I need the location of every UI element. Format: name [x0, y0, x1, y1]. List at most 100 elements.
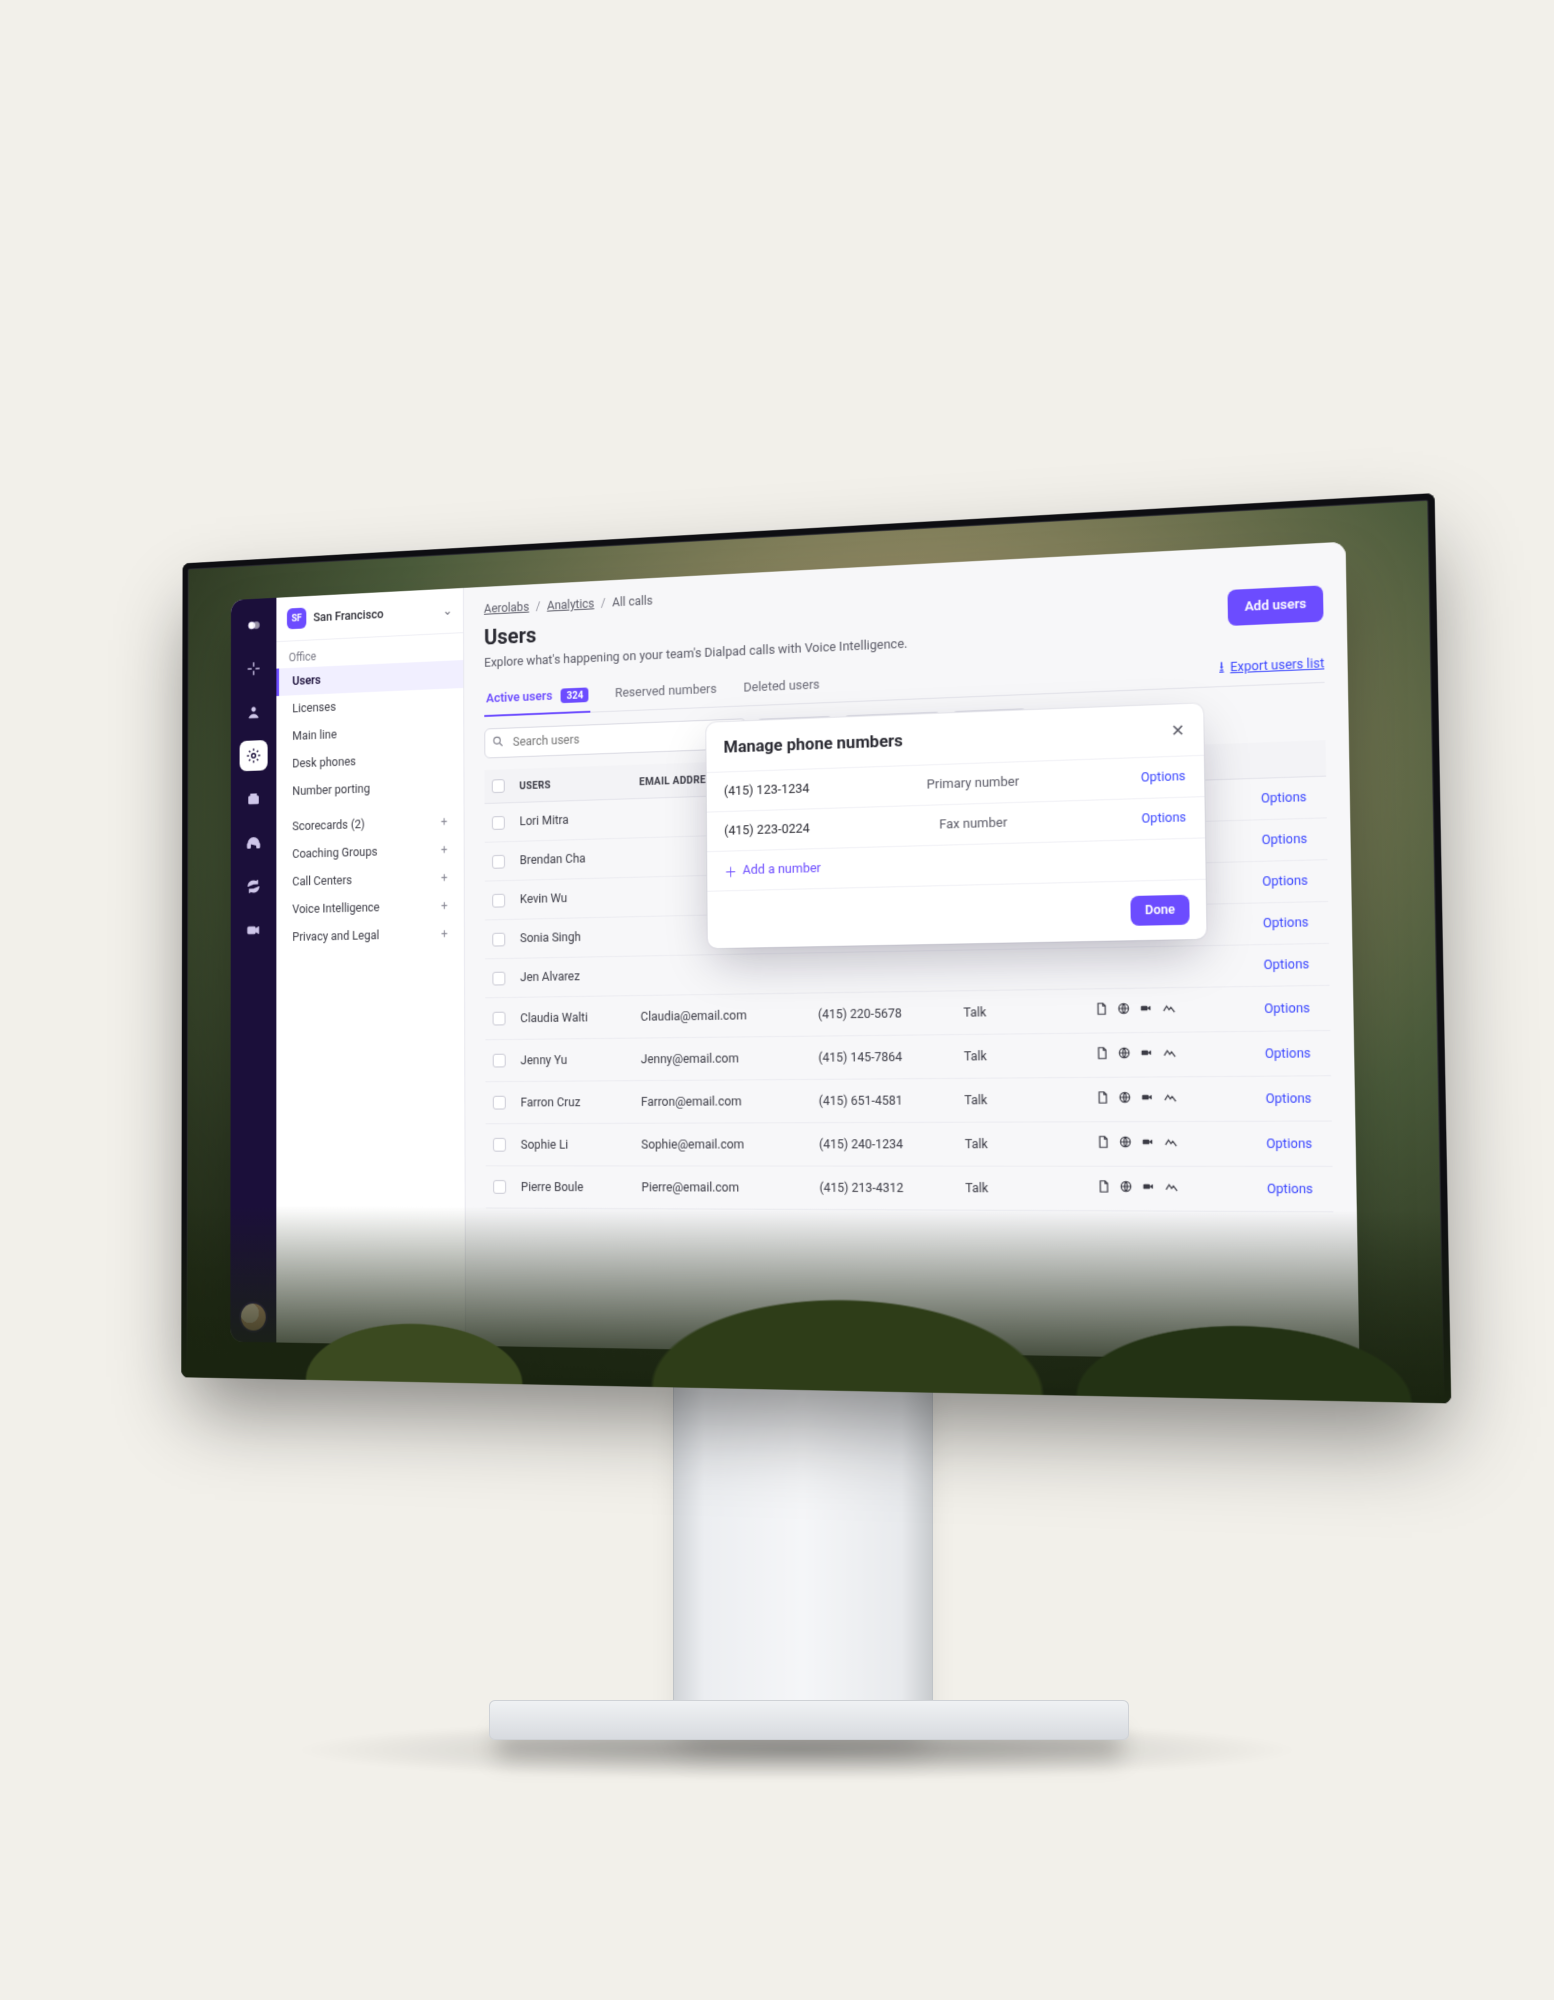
- sparkle-icon[interactable]: [240, 653, 268, 684]
- cell-name: Jen Alvarez: [513, 956, 633, 997]
- document-icon: [1095, 1046, 1110, 1065]
- document-icon: [1094, 1002, 1109, 1021]
- row-options-link[interactable]: Options: [1264, 1001, 1310, 1017]
- globe-icon: [1119, 1179, 1134, 1198]
- cell-details: [1085, 945, 1255, 989]
- row-checkbox[interactable]: [493, 1012, 506, 1026]
- row-options-link[interactable]: Options: [1265, 1091, 1311, 1107]
- tab-active-users[interactable]: Active users 324: [484, 678, 591, 716]
- cell-phone: (415) 651-4581: [811, 1079, 957, 1123]
- add-number-label: Add a number: [743, 861, 821, 878]
- row-checkbox[interactable]: [493, 1096, 506, 1110]
- table-row: Jenny YuJenny@email.com(415) 145-7864Tal…: [485, 1031, 1331, 1082]
- export-users-link[interactable]: ⭳ Export users list: [1219, 653, 1324, 679]
- fax-icon[interactable]: [240, 784, 268, 815]
- row-checkbox[interactable]: [493, 1180, 506, 1194]
- sidebar-item-voice-intelligence[interactable]: Voice Intelligence +: [276, 892, 464, 924]
- row-checkbox[interactable]: [492, 855, 505, 869]
- row-options-link[interactable]: Options: [1141, 810, 1186, 827]
- select-all-checkbox[interactable]: [492, 779, 505, 793]
- refresh-icon[interactable]: [239, 871, 267, 902]
- plus-icon[interactable]: +: [441, 815, 447, 830]
- headset-icon[interactable]: [240, 827, 268, 858]
- row-checkbox[interactable]: [492, 894, 505, 908]
- video-icon: [1140, 1046, 1155, 1065]
- plus-icon[interactable]: +: [441, 871, 447, 886]
- row-options-link[interactable]: Options: [1262, 873, 1308, 890]
- sidebar-item-label: Privacy and Legal: [292, 929, 379, 945]
- row-options-link[interactable]: Options: [1263, 957, 1309, 973]
- download-icon: ⭳: [1219, 657, 1224, 679]
- cell-license: Talk: [955, 989, 1086, 1035]
- cell-details: [1086, 987, 1256, 1034]
- cell-email: Farron@email.com: [633, 1080, 811, 1124]
- row-options-link[interactable]: Options: [1262, 832, 1308, 849]
- cell-name: Lori Mitra: [512, 799, 632, 842]
- chevron-down-icon: ⌄: [443, 603, 453, 619]
- sidebar-item-label: Main line: [292, 728, 337, 744]
- cell-phone: (415) 145-7864: [810, 1035, 956, 1080]
- video-icon: [1141, 1090, 1156, 1109]
- main-pane: Aerolabs / Analytics / All calls Users E…: [464, 542, 1360, 1361]
- cell-phone: [810, 950, 955, 993]
- activity-icon: [1165, 1180, 1180, 1199]
- plus-icon[interactable]: +: [441, 899, 447, 914]
- row-checkbox[interactable]: [492, 933, 505, 947]
- row-options-link[interactable]: Options: [1261, 790, 1307, 807]
- close-icon[interactable]: ✕: [1171, 723, 1185, 740]
- plus-icon: ＋: [724, 861, 737, 880]
- globe-icon: [1118, 1135, 1133, 1154]
- plus-icon[interactable]: +: [441, 927, 447, 942]
- done-button[interactable]: Done: [1130, 895, 1189, 926]
- logo-icon[interactable]: [240, 610, 268, 642]
- export-label: Export users list: [1230, 656, 1324, 675]
- row-checkbox[interactable]: [493, 1054, 506, 1068]
- manage-phone-numbers-modal: Manage phone numbers ✕ (415) 123-1234 Pr…: [706, 703, 1206, 948]
- sidebar-item-label: Desk phones: [292, 755, 356, 772]
- activity-icon: [1163, 1090, 1178, 1109]
- cell-name: Sonia Singh: [513, 917, 633, 959]
- row-checkbox[interactable]: [493, 1138, 506, 1152]
- video-icon: [1141, 1135, 1156, 1154]
- breadcrumb-link[interactable]: Analytics: [547, 597, 594, 614]
- tab-deleted-users[interactable]: Deleted users: [741, 667, 821, 705]
- cell-details: [1087, 1121, 1258, 1166]
- document-icon: [1096, 1179, 1111, 1198]
- phone-number-type: Fax number: [939, 815, 1007, 832]
- cell-name: Brendan Cha: [512, 838, 632, 880]
- video-icon[interactable]: [239, 915, 267, 946]
- breadcrumb-link[interactable]: Aerolabs: [484, 600, 529, 617]
- gear-icon[interactable]: [240, 740, 268, 771]
- row-options-link[interactable]: Options: [1266, 1136, 1312, 1152]
- row-options-link[interactable]: Options: [1267, 1181, 1313, 1197]
- row-options-link[interactable]: Options: [1141, 769, 1186, 786]
- phone-number-value: (415) 223-0224: [724, 821, 810, 838]
- search-icon: [492, 734, 505, 752]
- app-window: SF San Francisco ⌄ Office Users Licenses…: [230, 542, 1359, 1361]
- person-icon[interactable]: [240, 696, 268, 727]
- cell-details: [1087, 1076, 1258, 1122]
- tab-reserved-numbers[interactable]: Reserved numbers: [613, 672, 719, 711]
- cell-phone: (415) 240-1234: [811, 1122, 957, 1166]
- cell-name: Sophie Li: [513, 1123, 634, 1166]
- cell-name: Pierre Boule: [513, 1166, 634, 1209]
- sidebar-item-label: Voice Intelligence: [292, 901, 379, 917]
- add-users-button[interactable]: Add users: [1228, 585, 1324, 626]
- activity-icon: [1164, 1135, 1179, 1154]
- row-options-link[interactable]: Options: [1263, 915, 1309, 932]
- row-checkbox[interactable]: [492, 972, 505, 986]
- col-users[interactable]: USERS: [512, 765, 632, 803]
- current-user-avatar[interactable]: [241, 1303, 266, 1330]
- sidebar-item-privacy-legal[interactable]: Privacy and Legal +: [276, 920, 464, 952]
- cell-details: [1088, 1166, 1259, 1211]
- row-options-link[interactable]: Options: [1265, 1046, 1311, 1062]
- globe-icon: [1118, 1090, 1133, 1109]
- tab-count-badge: 324: [561, 687, 589, 703]
- sidebar-item-label: Users: [292, 673, 321, 689]
- row-checkbox[interactable]: [492, 816, 505, 830]
- video-icon: [1139, 1001, 1154, 1020]
- plus-icon[interactable]: +: [441, 843, 447, 858]
- phone-number-type: Primary number: [927, 774, 1020, 792]
- sidebar-item-label: Call Centers: [292, 873, 352, 889]
- icon-rail: [230, 598, 276, 1343]
